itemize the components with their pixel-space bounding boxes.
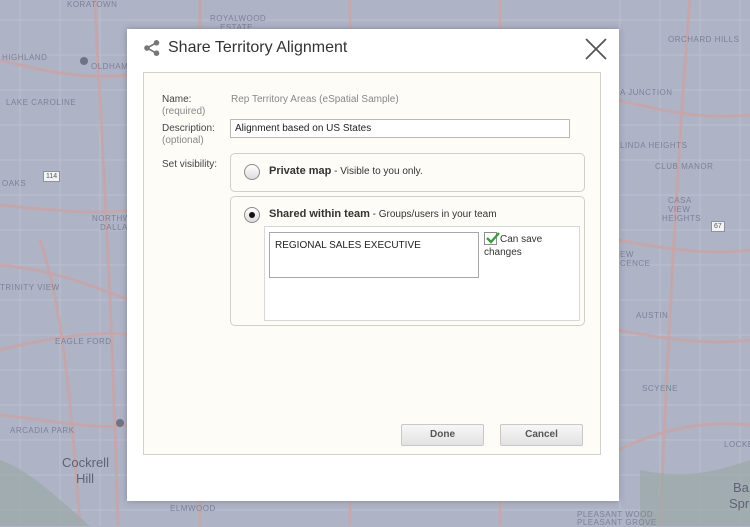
- map-shield-114: 114: [43, 171, 61, 182]
- map-label-oaks: OAKS: [2, 179, 27, 188]
- map-label-linda-heights: LINDA HEIGHTS: [620, 141, 688, 150]
- map-label-scyene: SCYENE: [642, 384, 678, 393]
- shared-team-radio[interactable]: [244, 207, 260, 223]
- name-label-text: Name:: [162, 94, 192, 105]
- dialog-header: Share Territory Alignment: [127, 29, 619, 69]
- team-selection-area: REGIONAL SALES EXECUTIVE Can save change…: [264, 226, 580, 321]
- visibility-label: Set visibility:: [162, 159, 218, 170]
- map-label-cockrell: Cockrell: [62, 455, 109, 470]
- name-required-hint: (required): [162, 106, 206, 117]
- team-list[interactable]: REGIONAL SALES EXECUTIVE: [269, 232, 479, 278]
- share-territory-dialog: Share Territory Alignment Name: (require…: [127, 29, 619, 501]
- map-label-club-manor: CLUB MANOR: [655, 162, 714, 171]
- team-list-item[interactable]: REGIONAL SALES EXECUTIVE: [275, 240, 421, 251]
- map-label-locke: LOCKE: [724, 440, 750, 449]
- map-label-casa: CASA: [668, 196, 692, 205]
- map-label-royalwood: ROYALWOOD: [210, 14, 267, 23]
- map-label-arcadia-park: ARCADIA PARK: [10, 426, 75, 435]
- dialog-title: Share Territory Alignment: [168, 39, 348, 56]
- map-label-hill: Hill: [76, 471, 95, 486]
- shared-team-option[interactable]: Shared within team - Groups/users in you…: [230, 196, 585, 326]
- done-button[interactable]: Done: [401, 424, 484, 446]
- close-icon: [585, 38, 607, 60]
- private-map-option[interactable]: Private map - Visible to you only.: [230, 153, 585, 192]
- map-label-lake-caroline: LAKE CAROLINE: [6, 98, 77, 107]
- shared-team-text: Shared within team - Groups/users in you…: [269, 208, 497, 220]
- name-label: Name: (required): [162, 94, 205, 118]
- map-label-cence: CENCE: [620, 259, 651, 268]
- map-label-koratown: KORATOWN: [67, 0, 118, 9]
- name-value: Rep Territory Areas (eSpatial Sample): [231, 94, 399, 105]
- private-map-radio[interactable]: [244, 164, 260, 180]
- map-label-junction: A JUNCTION: [620, 88, 673, 97]
- map-label-oldham: OLDHAM: [91, 62, 129, 71]
- map-label-spr: Spr: [729, 496, 750, 511]
- map-label-heights: HEIGHTS: [662, 214, 702, 223]
- share-icon: [144, 40, 160, 56]
- private-map-text: Private map - Visible to you only.: [269, 165, 423, 177]
- map-label-orchard-hills: ORCHARD HILLS: [668, 35, 740, 44]
- description-input[interactable]: [230, 119, 570, 138]
- can-save-label: Can save changes: [484, 234, 543, 258]
- map-label-austin: AUSTIN: [636, 311, 669, 320]
- map-label-trinity-view: TRINITY VIEW: [0, 283, 60, 292]
- private-map-description: - Visible to you only.: [331, 166, 423, 177]
- description-label: Description: (optional): [162, 123, 215, 147]
- map-label-elmwood: ELMWOOD: [170, 504, 216, 513]
- description-label-text: Description:: [162, 123, 215, 134]
- shared-team-title: Shared within team: [269, 208, 370, 220]
- close-button[interactable]: [583, 36, 609, 62]
- map-label-eagle-ford: EAGLE FORD: [55, 337, 112, 346]
- private-map-title: Private map: [269, 165, 332, 177]
- shared-team-description: - Groups/users in your team: [369, 209, 497, 220]
- map-label-ew: EW: [620, 250, 634, 259]
- map-label-highland: HIGHLAND: [2, 53, 48, 62]
- map-label-view: VIEW: [668, 205, 691, 214]
- map-shield-67: 67: [711, 221, 725, 232]
- description-optional-hint: (optional): [162, 135, 204, 146]
- share-form-panel: Name: (required) Rep Territory Areas (eS…: [143, 72, 601, 455]
- radio-selected-dot: [249, 212, 255, 218]
- map-label-ba: Ba: [733, 480, 749, 495]
- cancel-button[interactable]: Cancel: [500, 424, 583, 446]
